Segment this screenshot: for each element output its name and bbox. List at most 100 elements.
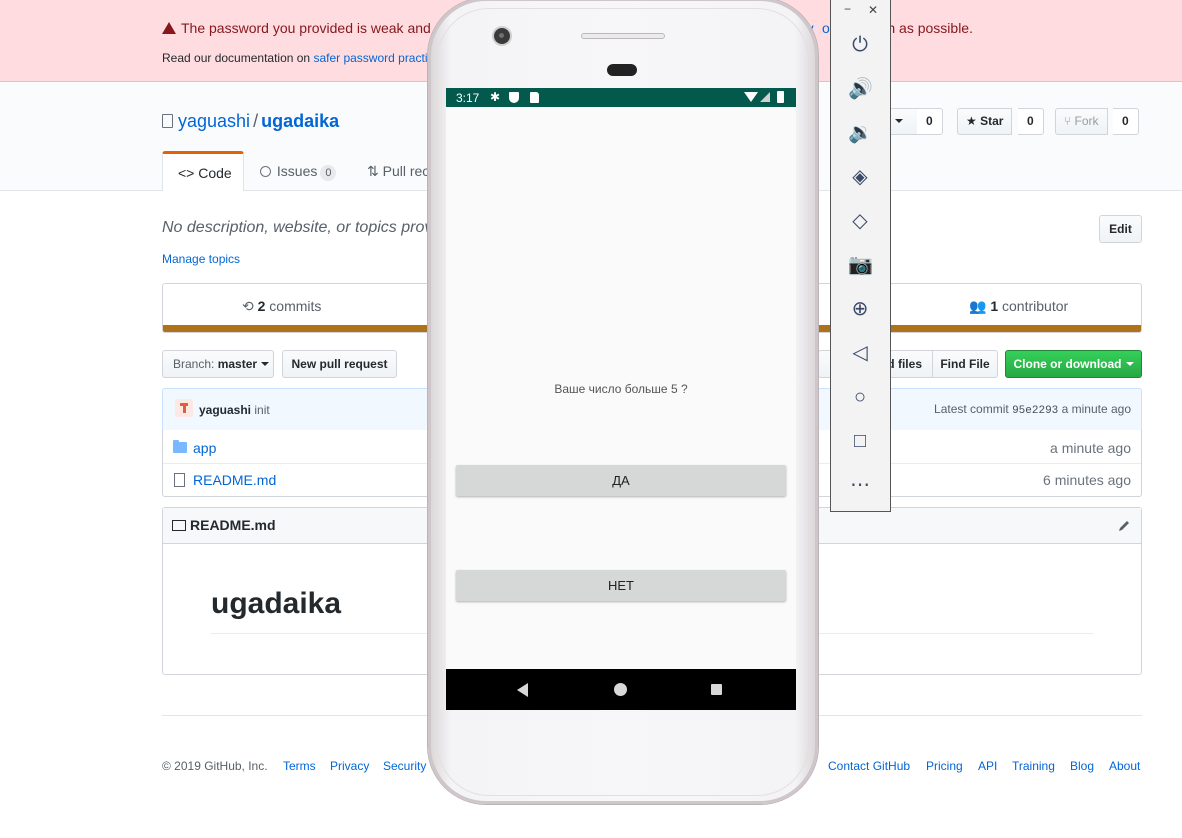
warning-text: The password you provided is weak and c xyxy=(181,20,442,36)
docs-note-text: Read our documentation on xyxy=(162,51,314,65)
emulator-screen[interactable]: 3:17 ✱ Ваше число больше 5 ? ДА НЕТ xyxy=(446,88,796,710)
tab-issues[interactable]: Issues 0 xyxy=(260,163,337,181)
tab-pull-requests[interactable]: ⇅ Pull rec xyxy=(367,163,429,180)
shield-icon xyxy=(509,92,519,103)
repo-description: No description, website, or topics provi xyxy=(162,219,436,236)
tab-code-label: Code xyxy=(198,165,232,181)
footer-link-about[interactable]: About xyxy=(1109,759,1140,773)
repo-owner-link[interactable]: yaguashi xyxy=(178,111,250,131)
footer-link-security[interactable]: Security xyxy=(383,759,426,773)
volume-down-icon[interactable]: 🔉 xyxy=(848,121,873,145)
battery-icon xyxy=(777,91,784,103)
file-age: a minute ago xyxy=(1050,440,1131,456)
issues-counter: 0 xyxy=(320,165,337,181)
avatar[interactable] xyxy=(175,399,193,417)
nav-recents-icon[interactable] xyxy=(711,684,722,695)
back-icon[interactable]: ◁ xyxy=(848,341,872,365)
zoom-icon[interactable]: ⊕ xyxy=(848,297,872,321)
close-icon[interactable]: ✕ xyxy=(868,3,878,17)
commits-link[interactable]: ⟲ 2 commits xyxy=(242,298,321,315)
star-icon: ★ xyxy=(966,114,977,128)
readme-filename: README.md xyxy=(190,517,276,533)
rotate-left-icon[interactable]: ◈ xyxy=(848,165,872,189)
issue-icon xyxy=(260,166,271,177)
contributors-label: contributor xyxy=(998,298,1069,314)
question-text: Ваше число больше 5 ? xyxy=(554,382,688,396)
footer-link-training[interactable]: Training xyxy=(1012,759,1055,773)
file-link-readme[interactable]: README.md xyxy=(193,472,276,488)
front-camera-icon xyxy=(494,28,510,44)
branch-name: master xyxy=(217,357,258,371)
fork-count[interactable]: 0 xyxy=(1113,108,1139,135)
chevron-down-icon xyxy=(261,362,270,366)
commit-message[interactable]: init xyxy=(254,403,269,417)
fork-icon: ⑂ xyxy=(1064,114,1072,128)
nav-home-icon[interactable] xyxy=(614,683,627,696)
docs-note: Read our documentation on safer password… xyxy=(162,51,433,65)
history-icon: ⟲ xyxy=(242,298,254,314)
footer-link-pricing[interactable]: Pricing xyxy=(926,759,963,773)
footer-link-api[interactable]: API xyxy=(978,759,997,773)
overview-icon[interactable]: □ xyxy=(848,429,872,453)
people-icon: 👥 xyxy=(969,298,987,314)
minimize-icon[interactable]: − xyxy=(844,2,851,16)
settings-icon: ✱ xyxy=(490,90,501,104)
clone-label: Clone or download xyxy=(1013,357,1122,371)
repo-separator: / xyxy=(253,111,259,131)
power-icon[interactable]: ⏻ xyxy=(848,33,872,57)
nav-back-icon[interactable] xyxy=(517,683,528,697)
edit-button[interactable]: Edit xyxy=(1099,215,1142,243)
new-pull-request-button[interactable]: New pull request xyxy=(282,350,397,378)
footer-link-blog[interactable]: Blog xyxy=(1070,759,1094,773)
yes-button[interactable]: ДА xyxy=(456,465,786,496)
commit-author-name[interactable]: yaguashi xyxy=(199,403,251,417)
sd-card-icon xyxy=(530,92,539,103)
tab-code[interactable]: <> Code xyxy=(162,151,244,191)
branch-select[interactable]: Branch: master xyxy=(162,350,274,378)
warning-icon xyxy=(162,22,176,34)
footer-link-privacy[interactable]: Privacy xyxy=(330,759,369,773)
volume-up-icon[interactable]: 🔊 xyxy=(848,77,873,101)
camera-icon[interactable]: 📷 xyxy=(848,253,873,277)
clone-download-button[interactable]: Clone or download xyxy=(1005,350,1142,378)
star-label: Star xyxy=(980,114,1004,128)
branch-label: Branch: xyxy=(173,357,218,371)
manage-topics-link[interactable]: Manage topics xyxy=(162,252,240,266)
rotate-right-icon[interactable]: ◇ xyxy=(848,209,872,233)
pull-request-icon: ⇅ xyxy=(367,163,379,179)
readme-heading: ugadaika xyxy=(211,587,342,620)
watch-count[interactable]: 0 xyxy=(917,108,943,135)
find-file-button[interactable]: Find File xyxy=(932,350,998,378)
star-button[interactable]: ★ Star xyxy=(957,108,1013,135)
commit-author: yaguashi init xyxy=(199,403,270,417)
more-icon[interactable]: ⋯ xyxy=(848,473,872,497)
chevron-down-icon xyxy=(1125,362,1134,366)
no-button[interactable]: НЕТ xyxy=(456,570,786,601)
fork-button[interactable]: ⑂ Fork xyxy=(1055,108,1108,135)
pencil-icon[interactable] xyxy=(1118,518,1132,532)
commit-sha[interactable]: 95e2293 xyxy=(1012,405,1058,417)
status-time: 3:17 xyxy=(456,91,480,105)
readme-title: README.md xyxy=(172,517,276,533)
contributors-count: 1 xyxy=(990,298,999,314)
file-age: 6 minutes ago xyxy=(1043,472,1131,488)
code-icon: <> xyxy=(178,165,195,181)
footer-link-contact[interactable]: Contact GitHub xyxy=(828,759,910,773)
repo-name-link[interactable]: ugadaika xyxy=(261,111,339,131)
file-icon xyxy=(174,473,185,487)
wifi-icon xyxy=(744,92,758,102)
footer-link-terms[interactable]: Terms xyxy=(283,759,316,773)
latest-commit-label: Latest commit xyxy=(934,402,1013,416)
star-count[interactable]: 0 xyxy=(1018,108,1044,135)
latest-commit: Latest commit 95e2293 a minute ago xyxy=(934,402,1131,417)
chevron-down-icon xyxy=(895,119,904,123)
repo-icon xyxy=(162,114,173,128)
contributors-link[interactable]: 👥 1 contributor xyxy=(969,298,1068,315)
safer-password-link[interactable]: safer password practic xyxy=(313,51,433,65)
status-bar: 3:17 ✱ xyxy=(446,88,796,107)
file-link-app[interactable]: app xyxy=(193,440,216,456)
earpiece-speaker xyxy=(581,33,665,39)
warning-message: The password you provided is weak and c xyxy=(162,20,442,36)
signal-icon xyxy=(760,92,770,102)
home-icon[interactable]: ○ xyxy=(848,385,872,409)
